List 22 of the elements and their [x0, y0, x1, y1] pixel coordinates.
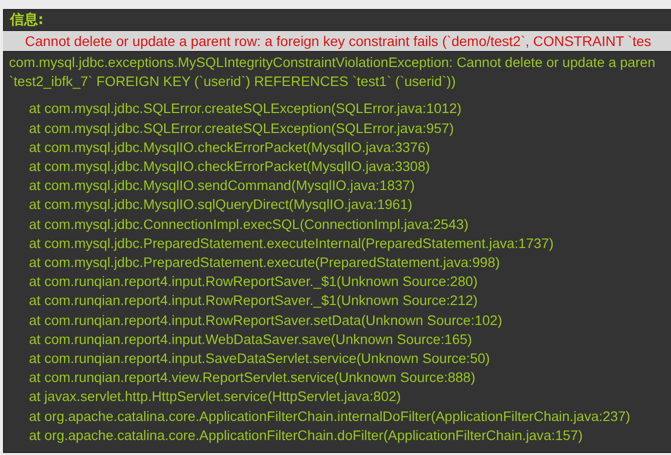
stack-trace-line: at com.mysql.jdbc.ConnectionImpl.execSQL(ConnectionImpl.java:2543) — [28, 216, 468, 234]
exception-line: `test2_ibfk_7` FOREIGN KEY (`userid`) REFERENCES `test1` (`userid`)) — [9, 73, 456, 92]
stack-trace-line: at com.mysql.jdbc.MysqlIO.sqlQueryDirect(MysqlIO.java:1961) — [28, 196, 412, 214]
stack-trace-line: at com.mysql.jdbc.MysqlIO.checkErrorPacket(MysqlIO.java:3308) — [28, 158, 430, 176]
stack-trace-line: at org.apache.catalina.core.ApplicationFilterChain.internalDoFilter(ApplicationFilterChain.java:237) — [28, 408, 630, 426]
stack-trace-line: at com.mysql.jdbc.SQLError.createSQLException(SQLError.java:1012) — [28, 100, 462, 118]
stack-trace-line: at com.runqian.report4.input.RowReportSaver._$1(Unknown Source:212) — [28, 292, 478, 310]
stack-trace-line: at com.runqian.report4.input.RowReportSaver.setData(Unknown Source:102) — [28, 312, 502, 330]
stack-trace-line: at com.runqian.report4.input.RowReportSaver._$1(Unknown Source:280) — [28, 273, 478, 292]
stack-trace-line: at com.mysql.jdbc.SQLError.createSQLException(SQLError.java:957) — [28, 120, 454, 138]
stack-trace-line: at javax.servlet.http.HttpServlet.service(HttpServlet.java:802) — [28, 388, 401, 406]
stack-trace-line: at com.runqian.report4.view.ReportServlet.service(Unknown Source:888) — [28, 369, 476, 388]
stack-trace-line: at com.runqian.report4.input.SaveDataServlet.service(Unknown Source:50) — [28, 350, 490, 368]
stack-trace-line: at com.mysql.jdbc.PreparedStatement.execute(PreparedStatement.java:998) — [28, 254, 500, 272]
stack-trace-line: at com.runqian.report4.input.WebDataSaver.save(Unknown Source:165) — [28, 330, 472, 349]
header-title: 信息: — [10, 11, 44, 29]
stack-trace-line: at com.mysql.jdbc.PreparedStatement.executeInternal(PreparedStatement.java:1737) — [28, 234, 554, 253]
stack-trace-line: at com.mysql.jdbc.MysqlIO.checkErrorPacket(MysqlIO.java:3376) — [28, 138, 430, 157]
stack-trace-line: at org.apache.catalina.core.ApplicationFilterChain.doFilter(ApplicationFilterChain.java:157) — [28, 426, 583, 445]
error-message: Cannot delete or update a parent row: a foreign key constraint fails (`demo/test2`, CONSTRAINT `tes — [25, 33, 652, 49]
stack-trace-line: at com.mysql.jdbc.MysqlIO.sendCommand(MysqlIO.java:1837) — [28, 177, 415, 196]
exception-line: com.mysql.jdbc.exceptions.MySQLIntegrityConstraintViolationException: Cannot delete or update a paren — [9, 54, 656, 72]
